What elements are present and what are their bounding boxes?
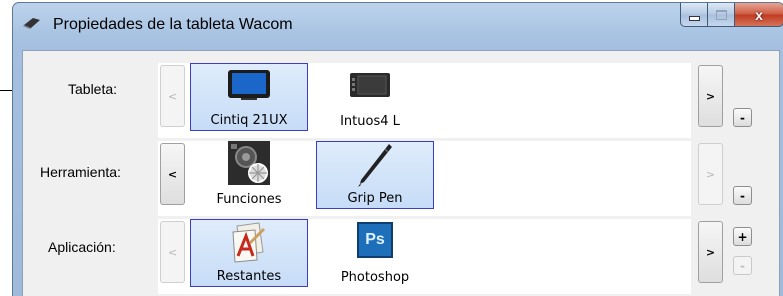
application-item-photoshop[interactable]: Ps Photoshop <box>316 219 434 287</box>
tablet-properties-panel: Tableta: < Cintiq 21UX Intuos4 L > - Her… <box>22 50 780 296</box>
application-item-label: Photoshop <box>340 270 410 285</box>
tablet-item-label: Intuos4 L <box>340 114 400 129</box>
tablet-prev-button[interactable]: < <box>160 65 185 127</box>
tablet-item-label: Cintiq 21UX <box>210 113 288 128</box>
photoshop-icon: Ps <box>357 222 393 258</box>
application-remove-button[interactable]: - <box>733 256 752 275</box>
application-item-restantes[interactable]: Restantes <box>190 219 308 287</box>
pen-app-icon <box>23 18 40 29</box>
tool-next-button[interactable]: > <box>698 143 723 205</box>
minimize-icon <box>688 16 700 21</box>
tablet-item-cintiq[interactable]: Cintiq 21UX <box>190 63 308 131</box>
intuos-tablet-icon <box>350 73 390 97</box>
all-other-apps-icon <box>232 222 265 263</box>
maximize-button[interactable] <box>708 3 735 27</box>
minimize-button[interactable] <box>680 3 708 27</box>
tablet-remove-button[interactable]: - <box>733 108 752 127</box>
application-item-label: Restantes <box>216 269 282 284</box>
close-button[interactable]: x <box>735 3 783 27</box>
close-icon: x <box>755 6 763 23</box>
application-prev-button[interactable]: < <box>160 221 185 283</box>
tool-item-label: Funciones <box>216 192 282 207</box>
tool-row-label: Herramienta: <box>40 164 121 180</box>
application-row-label: Aplicación: <box>48 239 116 255</box>
cintiq-display-icon <box>228 70 270 100</box>
maximize-icon <box>715 9 727 20</box>
app-window: Propiedades de la tableta Wacom x Tablet… <box>12 2 783 296</box>
tablet-next-button[interactable]: > <box>698 65 723 127</box>
title-bar: Propiedades de la tableta Wacom x <box>13 3 783 47</box>
tool-item-grip-pen[interactable]: Grip Pen <box>316 141 434 209</box>
tool-item-label: Grip Pen <box>347 191 403 206</box>
tool-prev-button[interactable]: < <box>160 143 185 205</box>
tool-item-functions[interactable]: Funciones <box>190 141 308 209</box>
functions-icon <box>228 141 270 185</box>
application-add-button[interactable]: + <box>733 227 752 246</box>
window-title: Propiedades de la tableta Wacom <box>53 16 293 33</box>
window-controls: x <box>680 3 783 27</box>
application-next-button[interactable]: > <box>698 221 723 283</box>
grip-pen-icon <box>358 144 392 187</box>
tablet-row-label: Tableta: <box>68 81 118 97</box>
tool-remove-button[interactable]: - <box>733 186 752 205</box>
photoshop-icon-text: Ps <box>365 231 385 248</box>
tablet-item-intuos[interactable]: Intuos4 L <box>311 63 429 131</box>
